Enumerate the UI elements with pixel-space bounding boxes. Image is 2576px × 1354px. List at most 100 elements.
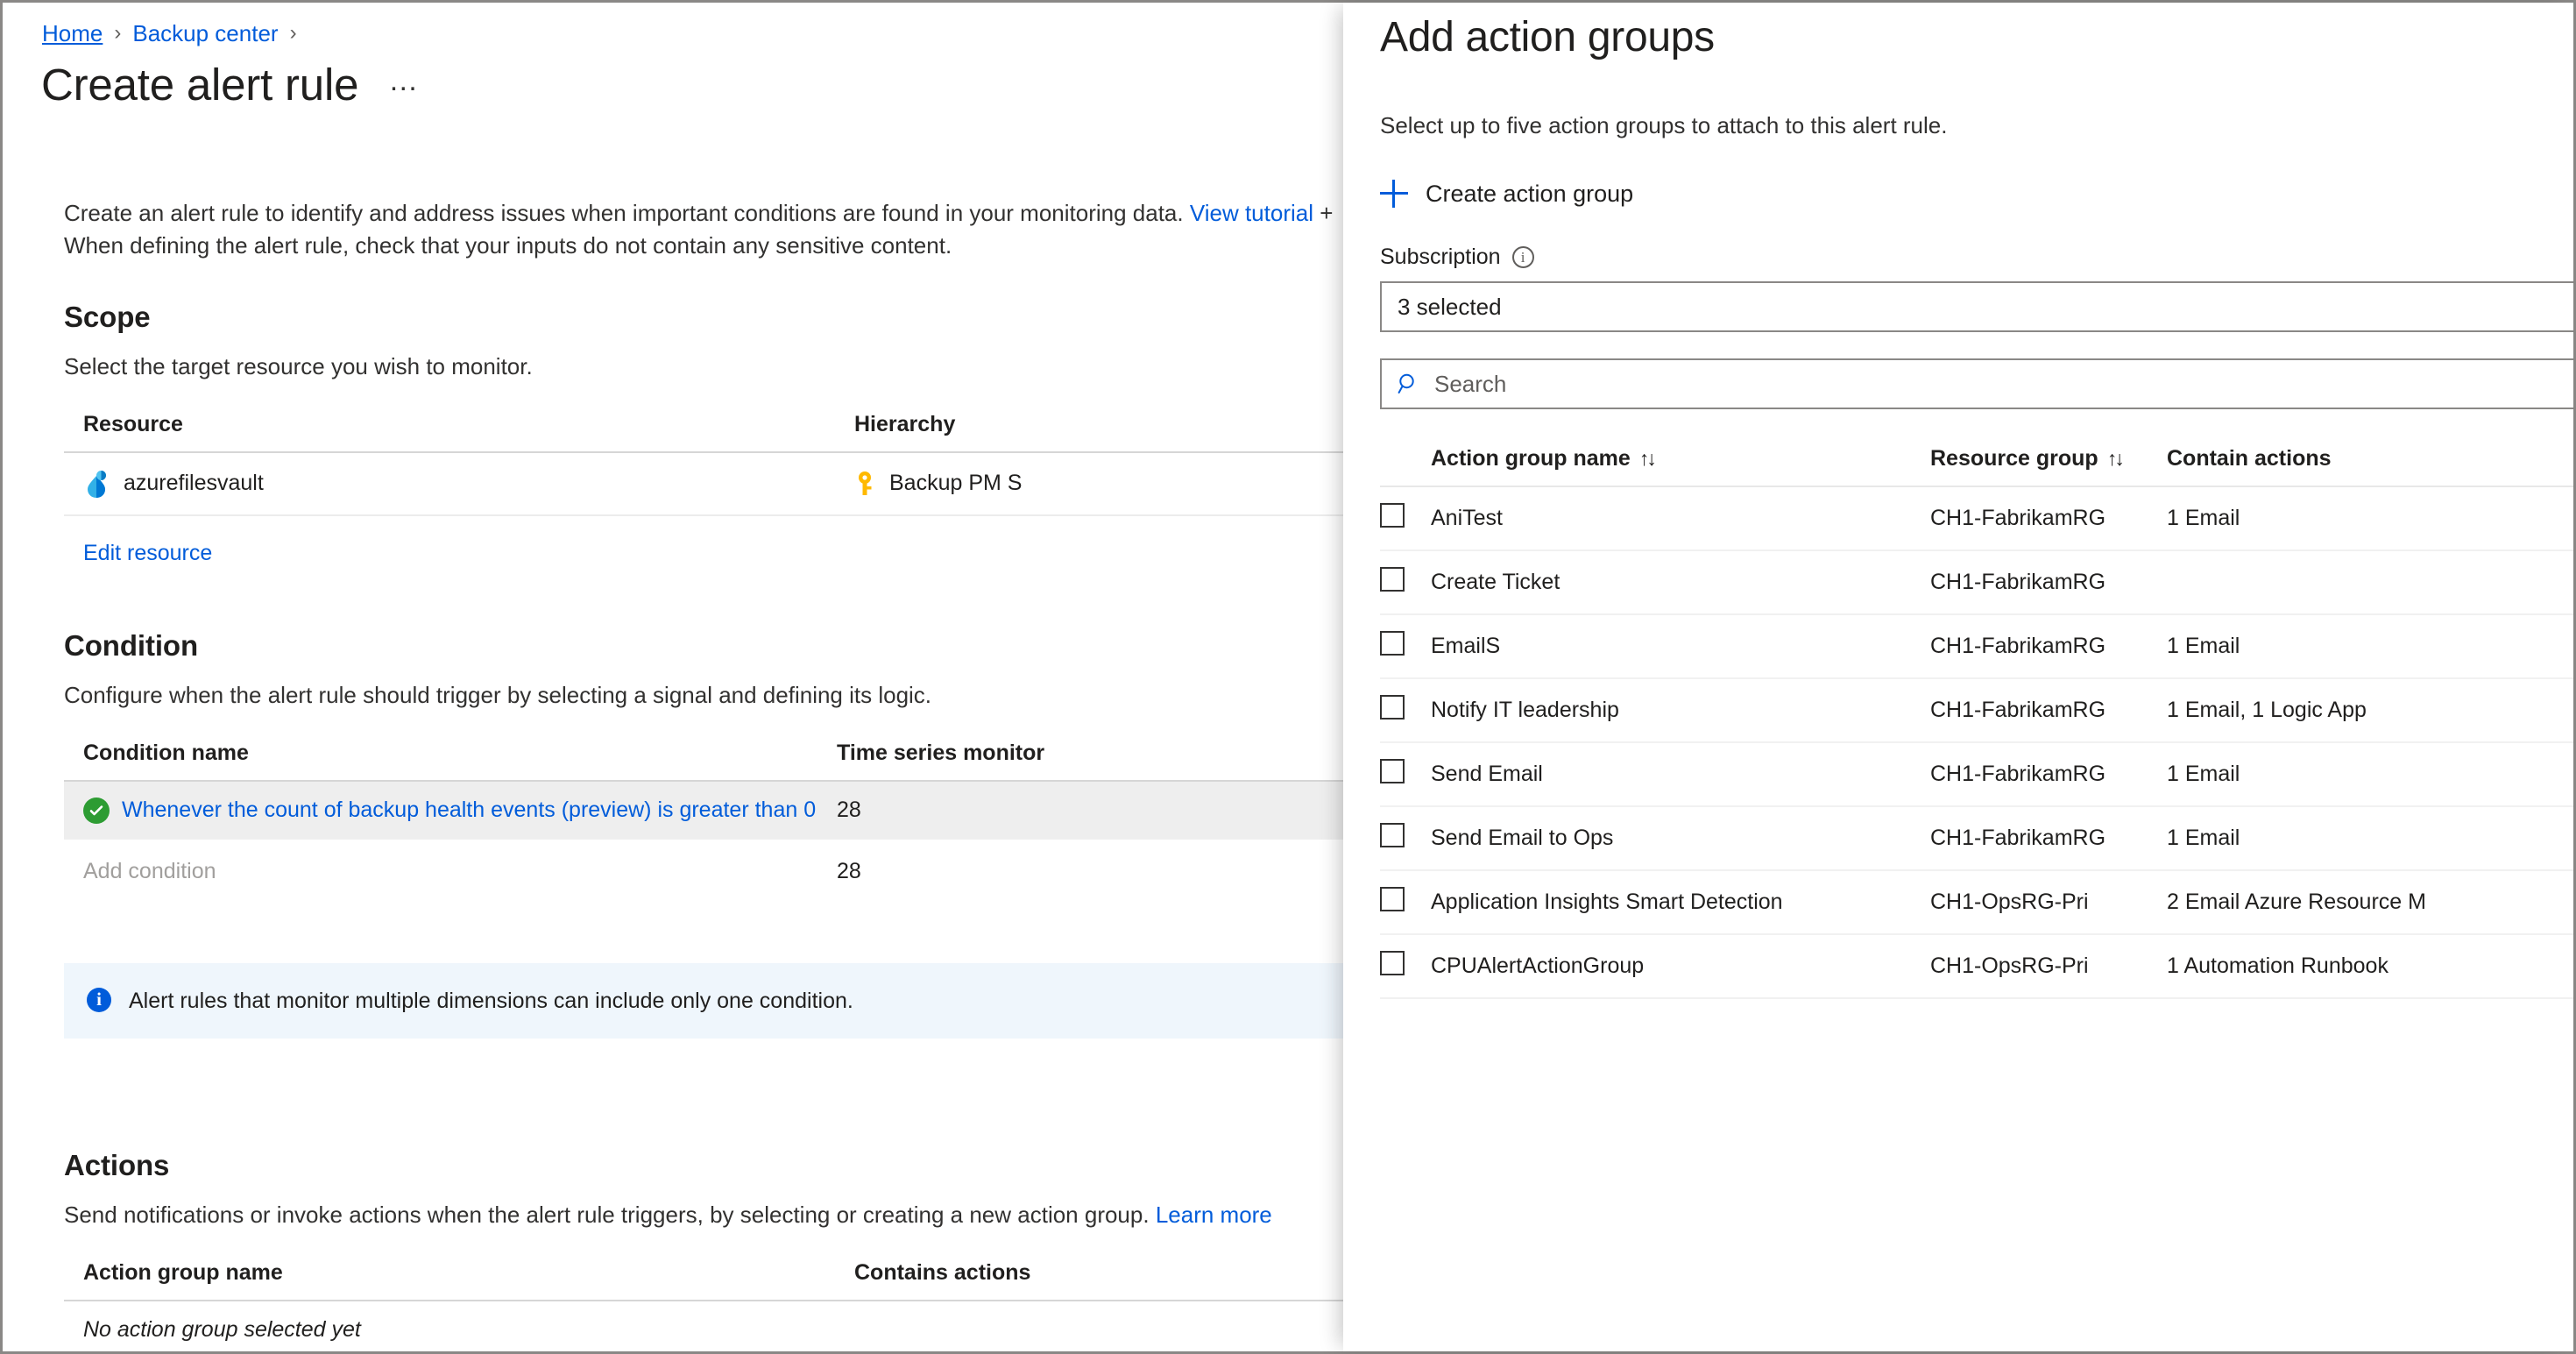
actions-heading: Actions — [64, 1148, 170, 1181]
actions-empty-text: No action group selected yet — [64, 1300, 835, 1351]
table-row[interactable]: CPUAlertActionGroup CH1-OpsRG-Pri 1 Auto… — [1380, 934, 2573, 999]
row-action-group-name: Create Ticket — [1431, 550, 1930, 615]
row-checkbox[interactable] — [1380, 567, 1405, 592]
info-circle-icon[interactable]: i — [1511, 246, 1534, 268]
table-row[interactable]: EmailS CH1-FabrikamRG 1 Email — [1380, 614, 2573, 679]
row-checkbox-cell[interactable] — [1380, 806, 1431, 871]
subscription-select[interactable]: 3 selected — [1380, 281, 2573, 332]
add-condition-time-series-value: 28 — [837, 858, 861, 883]
breadcrumb-separator-icon-2: › — [289, 21, 297, 45]
action-groups-header-row: Action group name ↑↓ Resource group ↑↓ Con… — [1380, 446, 2573, 487]
row-checkbox[interactable] — [1380, 503, 1405, 528]
more-options-button[interactable]: … — [388, 66, 420, 97]
scope-table: Resource Hierarchy azurefilesvault Backu… — [64, 411, 1346, 516]
actions-table-header-row: Action group name Contains actions — [64, 1259, 1346, 1301]
scope-hierarchy-cell: Backup PM S — [835, 451, 1346, 516]
breadcrumb-item-backup-center[interactable]: Backup center — [132, 20, 278, 47]
row-checkbox-cell[interactable] — [1380, 934, 1431, 999]
scope-subtitle: Select the target resource you wish to m… — [64, 352, 533, 379]
learn-more-link[interactable]: Learn more — [1156, 1202, 1272, 1228]
sort-arrows-icon-2[interactable]: ↑↓ — [2107, 447, 2125, 471]
condition-col-name: Condition name — [64, 740, 817, 782]
row-checkbox-cell[interactable] — [1380, 678, 1431, 743]
table-row[interactable]: Send Email to Ops CH1-FabrikamRG 1 Email — [1380, 806, 2573, 871]
row-checkbox-cell[interactable] — [1380, 614, 1431, 679]
sort-arrows-icon[interactable]: ↑↓ — [1639, 447, 1657, 471]
table-row[interactable]: Application Insights Smart Detection CH1… — [1380, 870, 2573, 935]
scope-resource-cell: azurefilesvault — [64, 451, 835, 516]
page-title: Create alert rule — [41, 60, 359, 110]
scope-heading: Scope — [64, 300, 151, 333]
info-icon: i — [87, 987, 111, 1012]
action-groups-col-contain-actions: Contain actions — [2167, 446, 2573, 487]
create-action-group-button[interactable]: Create action group — [1380, 180, 1633, 208]
row-contain-actions: 1 Email — [2167, 486, 2573, 551]
table-row[interactable]: Notify IT leadership CH1-FabrikamRG 1 Em… — [1380, 678, 2573, 743]
row-checkbox[interactable] — [1380, 823, 1405, 847]
row-checkbox[interactable] — [1380, 951, 1405, 975]
scope-table-header-row: Resource Hierarchy — [64, 411, 1346, 453]
info-banner: i Alert rules that monitor multiple dime… — [64, 962, 1346, 1039]
intro-line-1-text: Create an alert rule to identify and add… — [64, 200, 1190, 227]
actions-table: Action group name Contains actions No ac… — [64, 1259, 1346, 1351]
actions-empty-contains — [835, 1300, 1346, 1351]
breadcrumb: Home › Backup center › — [3, 3, 1346, 47]
row-action-group-name: Notify IT leadership — [1431, 678, 1930, 743]
condition-name-link[interactable]: Whenever the count of backup health even… — [122, 798, 816, 823]
table-row[interactable]: AniTest CH1-FabrikamRG 1 Email — [1380, 486, 2573, 551]
row-action-group-name: EmailS — [1431, 614, 1930, 679]
row-resource-group: CH1-FabrikamRG — [1930, 742, 2167, 807]
breadcrumb-separator-icon: › — [114, 21, 122, 45]
recovery-vault-icon — [88, 470, 106, 498]
row-checkbox-cell[interactable] — [1380, 550, 1431, 615]
table-row: No action group selected yet — [64, 1300, 1346, 1351]
row-resource-group: CH1-FabrikamRG — [1930, 550, 2167, 615]
edit-resource-link[interactable]: Edit resource — [83, 541, 212, 566]
row-action-group-name: Application Insights Smart Detection — [1431, 870, 1930, 935]
row-checkbox[interactable] — [1380, 695, 1405, 720]
scope-section: Scope Select the target resource you wis… — [3, 262, 1346, 566]
action-groups-table: Action group name ↑↓ Resource group ↑↓ Con… — [1380, 446, 2573, 999]
row-checkbox-cell[interactable] — [1380, 742, 1431, 807]
table-row[interactable]: azurefilesvault Backup PM S — [64, 451, 1346, 516]
condition-name-cell: Whenever the count of backup health even… — [64, 780, 817, 840]
row-resource-group: CH1-FabrikamRG — [1930, 614, 2167, 679]
condition-subtitle: Configure when the alert rule should tri… — [64, 681, 932, 708]
row-checkbox[interactable] — [1380, 887, 1405, 911]
search-box[interactable] — [1380, 358, 2573, 409]
action-groups-col-name[interactable]: Action group name ↑↓ — [1431, 446, 1930, 487]
scope-resource-name: azurefilesvault — [124, 471, 264, 496]
create-alert-rule-blade: Home › Backup center › Create alert rule… — [3, 3, 1346, 1351]
action-groups-col-rg-label: Resource group — [1930, 446, 2098, 471]
subscription-selected-value: 3 selected — [1398, 293, 1502, 320]
row-action-group-name: Send Email to Ops — [1431, 806, 1930, 871]
add-condition-row[interactable]: Add condition 28 — [64, 840, 1346, 900]
view-tutorial-link[interactable]: View tutorial — [1190, 200, 1313, 226]
table-row[interactable]: Create Ticket CH1-FabrikamRG — [1380, 550, 2573, 615]
condition-time-series-value: 28 — [817, 780, 1346, 840]
search-icon — [1398, 373, 1414, 393]
action-groups-col-checkbox — [1380, 446, 1431, 487]
row-checkbox-cell[interactable] — [1380, 486, 1431, 551]
actions-section: Actions Send notifications or invoke act… — [3, 1039, 1346, 1351]
table-row[interactable]: Whenever the count of backup health even… — [64, 780, 1346, 840]
breadcrumb-item-home[interactable]: Home — [42, 20, 103, 47]
row-checkbox-cell[interactable] — [1380, 870, 1431, 935]
row-contain-actions — [2167, 550, 2573, 615]
intro-line-1: Create an alert rule to identify and add… — [64, 197, 1334, 230]
row-resource-group: CH1-FabrikamRG — [1930, 806, 2167, 871]
row-resource-group: CH1-OpsRG-Pri — [1930, 870, 2167, 935]
condition-heading: Condition — [64, 628, 199, 662]
row-checkbox[interactable] — [1380, 759, 1405, 783]
row-action-group-name: CPUAlertActionGroup — [1431, 934, 1930, 999]
search-input[interactable] — [1433, 369, 2573, 399]
add-condition-label[interactable]: Add condition — [83, 859, 216, 883]
row-checkbox[interactable] — [1380, 631, 1405, 656]
row-resource-group: CH1-FabrikamRG — [1930, 678, 2167, 743]
subscription-label: Subscription — [1380, 245, 1501, 269]
table-row[interactable]: Send Email CH1-FabrikamRG 1 Email — [1380, 742, 2573, 807]
add-action-groups-flyout: Add action groups Select up to five acti… — [1343, 3, 2573, 1351]
subscription-label-row: Subscription i — [1380, 245, 2573, 270]
action-groups-col-resource-group[interactable]: Resource group ↑↓ — [1930, 446, 2167, 487]
intro-line-1-suffix: + — [1313, 200, 1334, 227]
